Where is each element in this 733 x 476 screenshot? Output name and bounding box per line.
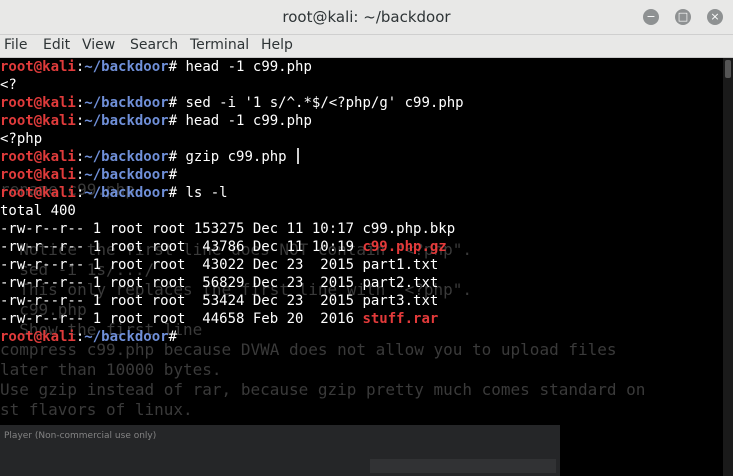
terminal-output: root@kali:~/backdoor# head -1 c99.php <? r… [0,58,464,346]
terminal-line: -rw-r--r-- 1 root root 153275 Dec 11 10:… [0,220,464,238]
file-name: c99.php.gz [362,239,447,255]
file-attributes: -rw-r--r-- 1 root root 56829 Dec 23 2015 [0,275,363,291]
terminal-line: root@kali:~/backdoor# ls -l [0,184,464,202]
overlay-line: Use gzip instead of rar, because gzip pr… [0,380,646,399]
taskbar-strip [370,459,556,473]
scrollbar-thumb[interactable] [725,60,731,78]
terminal-area[interactable]: rename c99.php Notice the first line doe… [0,58,733,476]
terminal-line: -rw-r--r-- 1 root root 56829 Dec 23 2015… [0,274,464,292]
close-button[interactable]: × [707,9,723,25]
file-attributes: -rw-r--r-- 1 root root 153275 Dec 11 10:… [0,221,363,237]
minimize-button[interactable]: − [643,9,659,25]
file-attributes: -rw-r--r-- 1 root root 44658 Feb 20 2016 [0,311,363,327]
terminal-line: total 400 [0,202,464,220]
terminal-line: -rw-r--r-- 1 root root 43022 Dec 23 2015… [0,256,464,274]
menu-edit[interactable]: Edit [43,37,70,53]
menu-terminal[interactable]: Terminal [190,37,249,53]
window-title: root@kali: ~/backdoor [282,8,451,26]
prompt-path: ~/backdoor [84,95,169,111]
output-text: <?php [0,131,43,147]
prompt-symbol: # [168,167,178,183]
command-text: head -1 c99.php [177,59,312,75]
prompt-symbol: # [168,113,178,129]
prompt-path: ~/backdoor [84,185,169,201]
terminal-line: root@kali:~/backdoor# head -1 c99.php [0,58,464,76]
terminal-line: -rw-r--r-- 1 root root 53424 Dec 23 2015… [0,292,464,310]
overlay-line: st flavors of linux. [0,400,193,419]
prompt-path: ~/backdoor [84,149,169,165]
file-name: stuff.rar [362,311,439,327]
menu-bar: File Edit View Search Terminal Help [0,35,733,58]
terminal-line: <? [0,76,464,94]
output-text: total 400 [0,203,76,219]
command-text: sed -i '1 s/^.*$/<?php/g' c99.php [177,95,464,111]
file-name: part1.txt [362,257,439,273]
prompt-symbol: # [168,95,178,111]
prompt-user: root@kali [0,113,76,129]
command-text: head -1 c99.php [177,113,312,129]
terminal-line: root@kali:~/backdoor# sed -i '1 s/^.*$/<… [0,94,464,112]
prompt-user: root@kali [0,329,76,345]
menu-file[interactable]: File [4,37,27,53]
menu-view[interactable]: View [82,37,115,53]
command-text: ls -l [177,185,228,201]
terminal-line: -rw-r--r-- 1 root root 44658 Feb 20 2016… [0,310,464,328]
taskbar-label: Player (Non-commercial use only) [4,431,157,441]
terminal-line: root@kali:~/backdoor# [0,166,464,184]
terminal-line: root@kali:~/backdoor# [0,328,464,346]
command-text: gzip c99.php [177,149,287,165]
prompt-user: root@kali [0,149,76,165]
maximize-button[interactable]: □ [675,9,691,25]
prompt-path: ~/backdoor [84,329,169,345]
prompt-symbol: # [168,149,178,165]
prompt-symbol: # [168,185,178,201]
file-attributes: -rw-r--r-- 1 root root 43786 Dec 11 10:1… [0,239,363,255]
file-name: part3.txt [362,293,439,309]
menu-help[interactable]: Help [261,37,293,53]
prompt-symbol: # [168,329,178,345]
file-attributes: -rw-r--r-- 1 root root 43022 Dec 23 2015 [0,257,363,273]
terminal-window: root@kali: ~/backdoor − □ × File Edit Vi… [0,0,733,476]
prompt-user: root@kali [0,167,76,183]
overlay-line: later than 10000 bytes. [0,360,222,379]
prompt-symbol: # [168,59,178,75]
file-attributes: -rw-r--r-- 1 root root 53424 Dec 23 2015 [0,293,363,309]
prompt-path: ~/backdoor [84,113,169,129]
menu-search[interactable]: Search [130,37,178,53]
terminal-line: root@kali:~/backdoor# gzip c99.php [0,148,464,166]
text-cursor [297,148,299,164]
terminal-line: -rw-r--r-- 1 root root 43786 Dec 11 10:1… [0,238,464,256]
prompt-path: ~/backdoor [84,167,169,183]
output-text: <? [0,77,17,93]
prompt-user: root@kali [0,95,76,111]
background-taskbar: Player (Non-commercial use only) [0,425,560,476]
title-bar[interactable]: root@kali: ~/backdoor − □ × [0,0,733,35]
scrollbar[interactable] [723,58,733,476]
prompt-user: root@kali [0,59,76,75]
prompt-user: root@kali [0,185,76,201]
terminal-line: <?php [0,130,464,148]
file-name: c99.php.bkp [362,221,456,237]
file-name: part2.txt [362,275,439,291]
terminal-line: root@kali:~/backdoor# head -1 c99.php [0,112,464,130]
prompt-path: ~/backdoor [84,59,169,75]
